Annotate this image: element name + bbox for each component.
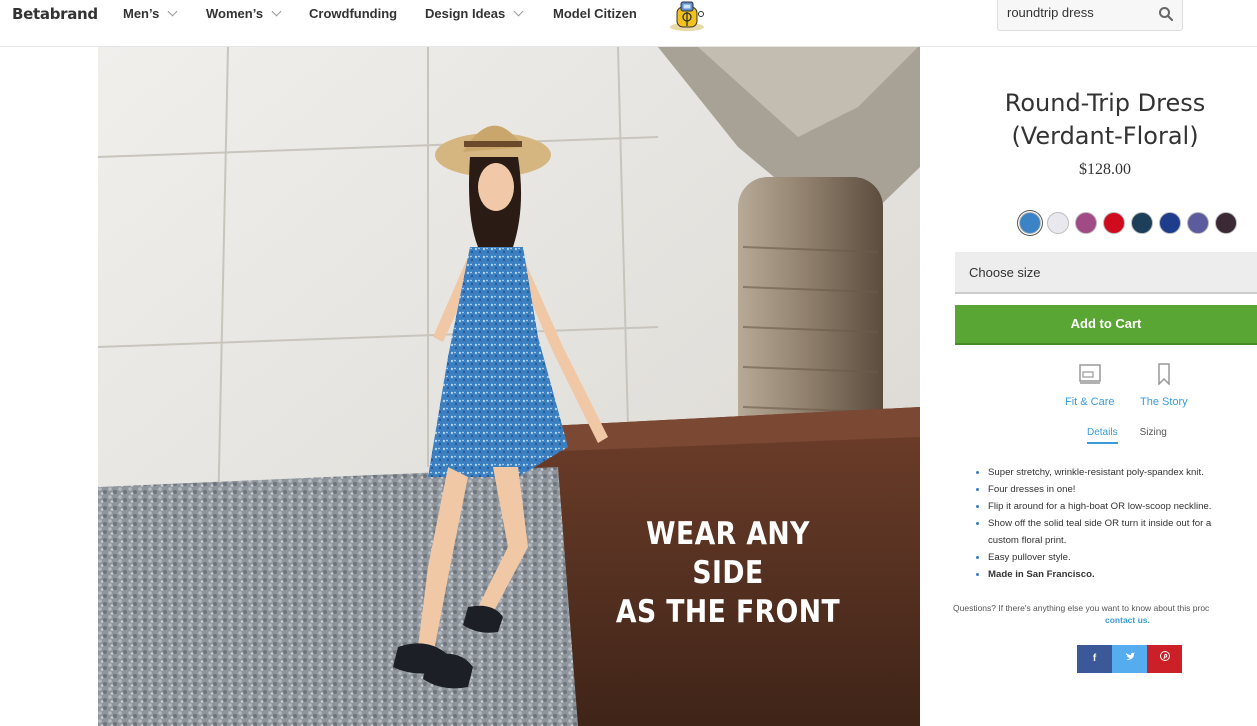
nav-design-ideas-label: Design Ideas bbox=[425, 6, 506, 21]
add-to-cart-button[interactable]: Add to Cart bbox=[955, 305, 1257, 345]
nav-crowdfunding[interactable]: Crowdfunding bbox=[309, 6, 397, 21]
list-item-text: Show off the solid teal side OR turn it … bbox=[988, 518, 1212, 529]
color-swatch[interactable] bbox=[1103, 212, 1125, 234]
list-item: Easy pullover style. bbox=[988, 549, 1257, 566]
contact-us-link[interactable]: contact us. bbox=[1105, 615, 1150, 625]
tab-sizing[interactable]: Sizing bbox=[1140, 427, 1167, 444]
nav-model-citizen-label: Model Citizen bbox=[553, 6, 637, 21]
questions-text: Questions? If there's anything else you … bbox=[953, 603, 1210, 613]
product-hero-image[interactable]: WEAR ANY SIDE AS THE FRONT bbox=[98, 47, 920, 726]
robot-mascot-icon[interactable] bbox=[668, 0, 708, 32]
product-details-list: Super stretchy, wrinkle-resistant poly-s… bbox=[975, 464, 1257, 583]
list-item: Flip it around for a high-boat OR low-sc… bbox=[988, 498, 1257, 515]
color-swatch[interactable] bbox=[1215, 212, 1237, 234]
chevron-down-icon bbox=[167, 6, 178, 17]
size-select[interactable]: Choose size bbox=[955, 252, 1257, 294]
color-swatch[interactable] bbox=[1019, 212, 1041, 234]
nav-model-citizen[interactable]: Model Citizen bbox=[553, 6, 637, 21]
list-item: Made in San Francisco. bbox=[988, 566, 1257, 583]
list-item: Super stretchy, wrinkle-resistant poly-s… bbox=[988, 464, 1257, 481]
color-swatch[interactable] bbox=[1187, 212, 1209, 234]
hero-overlay-line-2: AS THE FRONT bbox=[615, 594, 841, 630]
pinterest-icon bbox=[1159, 651, 1170, 661]
list-item-text: custom floral print. bbox=[988, 535, 1067, 546]
list-item: Four dresses in one! bbox=[988, 481, 1257, 498]
color-swatch[interactable] bbox=[1047, 212, 1069, 234]
hero-overlay-line-1: WEAR ANY SIDE bbox=[646, 516, 810, 591]
chevron-down-icon bbox=[271, 6, 282, 17]
product-price: $128.00 bbox=[1079, 161, 1131, 178]
color-swatch-list bbox=[1019, 212, 1237, 234]
nav-mens[interactable]: Men’s bbox=[123, 6, 178, 21]
search-icon[interactable] bbox=[1158, 6, 1174, 22]
color-swatch[interactable] bbox=[1131, 212, 1153, 234]
list-item: Show off the solid teal side OR turn it … bbox=[988, 515, 1257, 549]
color-swatch[interactable] bbox=[1075, 212, 1097, 234]
product-title-line-2: (Verdant-Floral) bbox=[1011, 122, 1199, 150]
betabrand-logo[interactable]: Betabrand bbox=[12, 5, 98, 23]
search-input[interactable] bbox=[1007, 5, 1147, 20]
facebook-icon: f bbox=[1092, 653, 1097, 664]
top-navigation-bar: Betabrand Men’s Women’s Crowdfunding Des… bbox=[0, 0, 1257, 47]
the-story-button[interactable]: The Story bbox=[1140, 363, 1188, 408]
bookmark-icon bbox=[1158, 363, 1170, 386]
product-info-tabs: Details Sizing bbox=[1087, 427, 1167, 444]
nav-design-ideas[interactable]: Design Ideas bbox=[425, 6, 524, 21]
chevron-down-icon bbox=[513, 6, 524, 17]
facebook-share-button[interactable]: f bbox=[1077, 645, 1112, 673]
search-box bbox=[997, 0, 1183, 31]
share-buttons: f bbox=[1077, 645, 1182, 673]
hero-overlay-text: WEAR ANY SIDE AS THE FRONT bbox=[612, 515, 844, 632]
the-story-label: The Story bbox=[1140, 396, 1188, 408]
fit-and-care-label: Fit & Care bbox=[1065, 396, 1115, 408]
nav-mens-label: Men’s bbox=[123, 6, 160, 21]
size-select-label: Choose size bbox=[969, 265, 1041, 280]
product-title-line-1: Round-Trip Dress bbox=[1004, 89, 1206, 117]
tab-details[interactable]: Details bbox=[1087, 427, 1118, 444]
twitter-icon bbox=[1124, 652, 1135, 660]
color-swatch[interactable] bbox=[1159, 212, 1181, 234]
sewing-machine-icon bbox=[1079, 364, 1101, 384]
nav-crowdfunding-label: Crowdfunding bbox=[309, 6, 398, 21]
pinterest-share-button[interactable] bbox=[1147, 645, 1182, 673]
nav-womens[interactable]: Women’s bbox=[206, 6, 282, 21]
product-title: Round-Trip Dress (Verdant-Floral) bbox=[930, 87, 1257, 153]
twitter-share-button[interactable] bbox=[1112, 645, 1147, 673]
fit-and-care-button[interactable]: Fit & Care bbox=[1065, 363, 1115, 408]
nav-womens-label: Women’s bbox=[206, 6, 264, 21]
